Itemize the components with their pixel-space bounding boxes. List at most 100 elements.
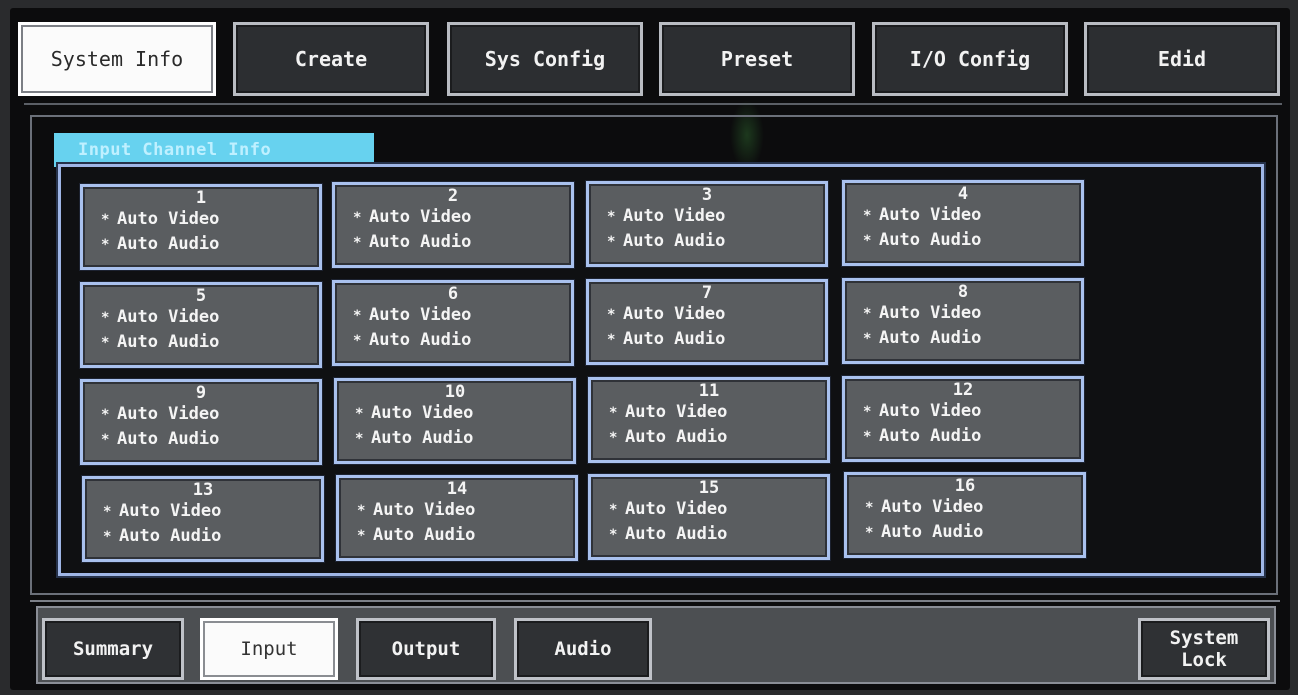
audio-mode: Auto Audio: [369, 330, 472, 350]
bullet-icon: *: [863, 306, 872, 322]
channel-number: 9: [195, 383, 207, 403]
video-mode: Auto Video: [879, 401, 982, 421]
tab-audio[interactable]: Audio: [514, 618, 652, 680]
audio-mode: Auto Audio: [371, 428, 474, 448]
bullet-icon: *: [101, 310, 110, 326]
video-mode: Auto Video: [371, 403, 474, 423]
audio-mode: Auto Audio: [369, 232, 472, 252]
bullet-icon: *: [609, 527, 618, 543]
tab-io-config[interactable]: I/O Config: [872, 22, 1068, 96]
video-mode: Auto Video: [879, 303, 982, 323]
channel-card-4[interactable]: 4 * Auto Video * Auto Audio: [842, 180, 1084, 266]
audio-mode: Auto Audio: [625, 427, 728, 447]
bullet-icon: *: [353, 333, 362, 349]
audio-mode: Auto Audio: [625, 524, 728, 544]
bullet-icon: *: [353, 210, 362, 226]
bullet-icon: *: [103, 529, 112, 545]
channel-card-10[interactable]: 10 * Auto Video * Auto Audio: [334, 378, 576, 464]
bullet-icon: *: [357, 503, 366, 519]
audio-mode: Auto Audio: [117, 332, 220, 352]
video-mode: Auto Video: [881, 497, 984, 517]
channel-card-15[interactable]: 15 * Auto Video * Auto Audio: [588, 474, 830, 560]
audio-mode: Auto Audio: [117, 234, 220, 254]
video-mode: Auto Video: [373, 500, 476, 520]
bullet-icon: *: [607, 209, 616, 225]
channel-card-9[interactable]: 9 * Auto Video * Auto Audio: [80, 379, 322, 465]
bullet-icon: *: [101, 335, 110, 351]
channel-number: 2: [447, 186, 459, 206]
bullet-icon: *: [101, 237, 110, 253]
video-mode: Auto Video: [117, 404, 220, 424]
tab-system-info[interactable]: System Info: [18, 22, 216, 96]
bullet-icon: *: [355, 431, 364, 447]
bullet-icon: *: [863, 404, 872, 420]
audio-mode: Auto Audio: [373, 525, 476, 545]
channel-card-1[interactable]: 1 * Auto Video * Auto Audio: [80, 184, 322, 270]
channel-number: 15: [698, 478, 720, 498]
bullet-icon: *: [353, 235, 362, 251]
audio-mode: Auto Audio: [117, 429, 220, 449]
video-mode: Auto Video: [369, 305, 472, 325]
panel-title-tab: Input Channel Info: [54, 133, 374, 167]
bullet-icon: *: [101, 407, 110, 423]
channel-card-7[interactable]: 7 * Auto Video * Auto Audio: [586, 279, 828, 365]
channel-number: 3: [701, 185, 713, 205]
top-divider: [24, 103, 1282, 105]
channel-card-14[interactable]: 14 * Auto Video * Auto Audio: [336, 475, 578, 561]
bullet-icon: *: [353, 308, 362, 324]
bullet-icon: *: [357, 528, 366, 544]
bullet-icon: *: [863, 429, 872, 445]
bullet-icon: *: [865, 525, 874, 541]
channel-number: 10: [444, 382, 466, 402]
bullet-icon: *: [863, 331, 872, 347]
tab-summary[interactable]: Summary: [42, 618, 184, 680]
channel-number: 6: [447, 284, 459, 304]
video-mode: Auto Video: [623, 304, 726, 324]
bullet-icon: *: [607, 234, 616, 250]
channel-card-6[interactable]: 6 * Auto Video * Auto Audio: [332, 280, 574, 366]
tab-preset[interactable]: Preset: [659, 22, 855, 96]
input-channel-grid: 1 * Auto Video * Auto Audio 2 * Auto Video …: [76, 180, 1086, 562]
system-lock-label-line2: Lock: [1181, 649, 1227, 671]
channel-number: 12: [952, 380, 974, 400]
tab-output[interactable]: Output: [356, 618, 496, 680]
audio-mode: Auto Audio: [879, 230, 982, 250]
system-lock-button[interactable]: System Lock: [1138, 618, 1270, 680]
bullet-icon: *: [609, 405, 618, 421]
channel-card-13[interactable]: 13 * Auto Video * Auto Audio: [82, 476, 324, 562]
top-tab-bar: System Info Create Sys Config Preset I/O…: [18, 18, 1280, 102]
bullet-icon: *: [607, 332, 616, 348]
channel-card-2[interactable]: 2 * Auto Video * Auto Audio: [332, 182, 574, 268]
tab-input[interactable]: Input: [200, 618, 338, 680]
tab-sys-config[interactable]: Sys Config: [447, 22, 643, 96]
audio-mode: Auto Audio: [119, 526, 222, 546]
channel-number: 4: [957, 184, 969, 204]
tab-create[interactable]: Create: [233, 22, 429, 96]
bullet-icon: *: [865, 500, 874, 516]
channel-card-12[interactable]: 12 * Auto Video * Auto Audio: [842, 376, 1084, 462]
channel-number: 1: [195, 188, 207, 208]
channel-card-8[interactable]: 8 * Auto Video * Auto Audio: [842, 278, 1084, 364]
channel-number: 13: [192, 480, 214, 500]
bullet-icon: *: [607, 307, 616, 323]
bullet-icon: *: [609, 502, 618, 518]
video-mode: Auto Video: [623, 206, 726, 226]
channel-card-11[interactable]: 11 * Auto Video * Auto Audio: [588, 377, 830, 463]
system-lock-label-line1: System: [1169, 627, 1239, 649]
channel-number: 14: [446, 479, 468, 499]
audio-mode: Auto Audio: [879, 328, 982, 348]
video-mode: Auto Video: [369, 207, 472, 227]
bullet-icon: *: [103, 504, 112, 520]
channel-card-16[interactable]: 16 * Auto Video * Auto Audio: [844, 472, 1086, 558]
tab-edid[interactable]: Edid: [1084, 22, 1280, 96]
bullet-icon: *: [863, 208, 872, 224]
video-mode: Auto Video: [117, 307, 220, 327]
bullet-icon: *: [101, 432, 110, 448]
audio-mode: Auto Audio: [623, 329, 726, 349]
audio-mode: Auto Audio: [623, 231, 726, 251]
channel-card-3[interactable]: 3 * Auto Video * Auto Audio: [586, 181, 828, 267]
channel-card-5[interactable]: 5 * Auto Video * Auto Audio: [80, 282, 322, 368]
bullet-icon: *: [101, 212, 110, 228]
channel-number: 11: [698, 381, 720, 401]
video-mode: Auto Video: [625, 402, 728, 422]
